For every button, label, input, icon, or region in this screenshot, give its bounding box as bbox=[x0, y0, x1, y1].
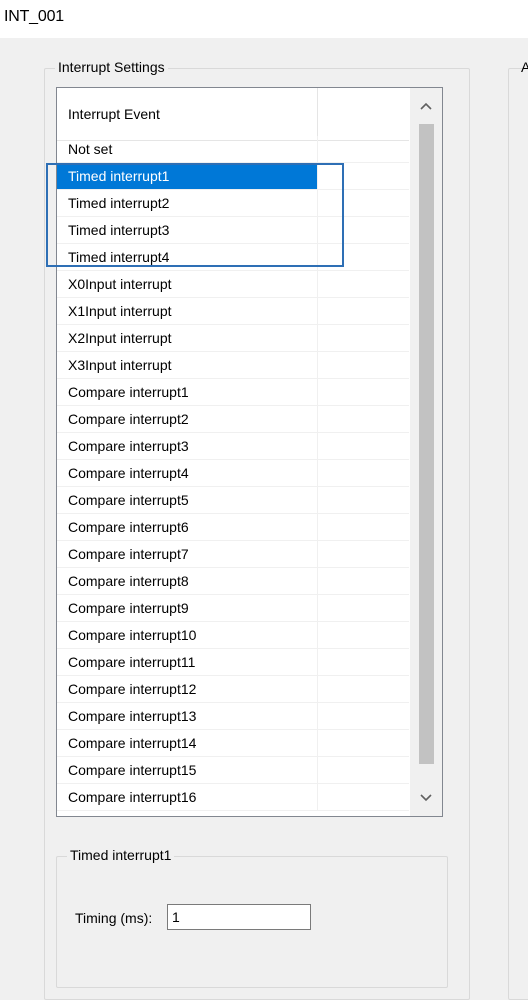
list-item-cell[interactable]: Compare interrupt5 bbox=[57, 487, 318, 513]
list-item[interactable]: Timed interrupt2 bbox=[57, 190, 409, 217]
list-item-label: Compare interrupt3 bbox=[68, 438, 189, 454]
list-item-cell[interactable]: Compare interrupt7 bbox=[57, 541, 318, 567]
right-group-legend: A bbox=[521, 59, 528, 75]
list-item-label: Compare interrupt15 bbox=[68, 762, 197, 778]
interrupt-event-list[interactable]: Interrupt Event Not set Timed interrupt1 T… bbox=[56, 87, 443, 817]
list-item-label: Compare interrupt9 bbox=[68, 600, 189, 616]
list-item-cell[interactable]: Compare interrupt14 bbox=[57, 730, 318, 756]
list-item-cell[interactable]: Compare interrupt11 bbox=[57, 649, 318, 675]
list-item-label: Timed interrupt2 bbox=[68, 195, 170, 211]
list-item-cell[interactable]: Compare interrupt3 bbox=[57, 433, 318, 459]
list-rows: Not set Timed interrupt1 Timed interrupt2 T… bbox=[57, 136, 409, 811]
list-item-cell[interactable]: Timed interrupt3 bbox=[57, 217, 318, 243]
timing-input[interactable] bbox=[167, 904, 311, 930]
list-item-cell[interactable]: Timed interrupt4 bbox=[57, 244, 318, 270]
list-item-label: X2Input interrupt bbox=[68, 330, 172, 346]
list-item[interactable]: X3Input interrupt bbox=[57, 352, 409, 379]
list-item-cell[interactable]: Compare interrupt4 bbox=[57, 460, 318, 486]
list-item[interactable]: Compare interrupt2 bbox=[57, 406, 409, 433]
list-item-cell[interactable]: X0Input interrupt bbox=[57, 271, 318, 297]
list-item-label: Compare interrupt14 bbox=[68, 735, 197, 751]
list-item-label: X3Input interrupt bbox=[68, 357, 172, 373]
list-item-cell[interactable]: X1Input interrupt bbox=[57, 298, 318, 324]
list-item[interactable]: Compare interrupt11 bbox=[57, 649, 409, 676]
list-item-cell[interactable]: Not set bbox=[57, 136, 318, 162]
list-item-label: Compare interrupt5 bbox=[68, 492, 189, 508]
title-bar: INT_001 bbox=[0, 0, 528, 38]
list-item-cell[interactable]: Compare interrupt10 bbox=[57, 622, 318, 648]
list-item-label: Timed interrupt3 bbox=[68, 222, 170, 238]
window-title: INT_001 bbox=[4, 8, 64, 25]
list-item-label: Timed interrupt4 bbox=[68, 249, 170, 265]
list-item[interactable]: Compare interrupt15 bbox=[57, 757, 409, 784]
list-item[interactable]: X2Input interrupt bbox=[57, 325, 409, 352]
list-item-label: Compare interrupt1 bbox=[68, 384, 189, 400]
list-item-cell[interactable]: Compare interrupt9 bbox=[57, 595, 318, 621]
list-item-cell[interactable]: Timed interrupt1 bbox=[57, 163, 318, 189]
timing-label: Timing (ms): bbox=[75, 910, 153, 926]
list-item-label: Compare interrupt12 bbox=[68, 681, 197, 697]
list-item[interactable]: Timed interrupt3 bbox=[57, 217, 409, 244]
list-item[interactable]: Timed interrupt4 bbox=[57, 244, 409, 271]
interrupt-settings-legend: Interrupt Settings bbox=[55, 59, 168, 75]
list-item[interactable]: Compare interrupt14 bbox=[57, 730, 409, 757]
list-item-label: X1Input interrupt bbox=[68, 303, 172, 319]
chevron-down-icon[interactable] bbox=[410, 780, 442, 816]
list-item-cell[interactable]: Compare interrupt1 bbox=[57, 379, 318, 405]
list-item-label: Compare interrupt11 bbox=[68, 654, 196, 670]
list-item-label: Compare interrupt10 bbox=[68, 627, 197, 643]
list-item-cell[interactable]: X3Input interrupt bbox=[57, 352, 318, 378]
list-item[interactable]: Compare interrupt10 bbox=[57, 622, 409, 649]
scrollbar-thumb[interactable] bbox=[419, 124, 434, 764]
list-item[interactable]: Compare interrupt3 bbox=[57, 433, 409, 460]
list-item[interactable]: Compare interrupt5 bbox=[57, 487, 409, 514]
list-item-label: Compare interrupt2 bbox=[68, 411, 189, 427]
list-item-label: Not set bbox=[68, 141, 113, 157]
list-item[interactable]: Compare interrupt9 bbox=[57, 595, 409, 622]
right-group bbox=[508, 68, 528, 1000]
vertical-scrollbar[interactable] bbox=[410, 88, 442, 816]
list-item-label: Compare interrupt8 bbox=[68, 573, 189, 589]
list-item[interactable]: Not set bbox=[57, 136, 409, 163]
list-item-cell[interactable]: X2Input interrupt bbox=[57, 325, 318, 351]
list-item[interactable]: X1Input interrupt bbox=[57, 298, 409, 325]
column-header-interrupt-event[interactable]: Interrupt Event bbox=[57, 88, 318, 140]
list-item-cell[interactable]: Compare interrupt6 bbox=[57, 514, 318, 540]
list-item[interactable]: Compare interrupt12 bbox=[57, 676, 409, 703]
list-item-cell[interactable]: Compare interrupt2 bbox=[57, 406, 318, 432]
list-item[interactable]: Compare interrupt13 bbox=[57, 703, 409, 730]
list-item[interactable]: Compare interrupt16 bbox=[57, 784, 409, 811]
list-item[interactable]: X0Input interrupt bbox=[57, 271, 409, 298]
chevron-up-icon[interactable] bbox=[410, 88, 442, 124]
list-item-label: Compare interrupt6 bbox=[68, 519, 189, 535]
list-item[interactable]: Compare interrupt1 bbox=[57, 379, 409, 406]
list-item[interactable]: Compare interrupt4 bbox=[57, 460, 409, 487]
list-item[interactable]: Compare interrupt8 bbox=[57, 568, 409, 595]
list-item-cell[interactable]: Timed interrupt2 bbox=[57, 190, 318, 216]
list-item-cell[interactable]: Compare interrupt8 bbox=[57, 568, 318, 594]
list-header: Interrupt Event bbox=[57, 88, 409, 141]
list-item-cell[interactable]: Compare interrupt12 bbox=[57, 676, 318, 702]
list-item-label: Timed interrupt1 bbox=[68, 168, 170, 184]
list-item-label: Compare interrupt13 bbox=[68, 708, 197, 724]
list-item-label: Compare interrupt16 bbox=[68, 789, 197, 805]
list-item[interactable]: Compare interrupt6 bbox=[57, 514, 409, 541]
timed-interrupt-legend: Timed interrupt1 bbox=[67, 847, 175, 863]
list-item-cell[interactable]: Compare interrupt13 bbox=[57, 703, 318, 729]
list-item-cell[interactable]: Compare interrupt15 bbox=[57, 757, 318, 783]
list-item-label: Compare interrupt7 bbox=[68, 546, 189, 562]
list-item[interactable]: Compare interrupt7 bbox=[57, 541, 409, 568]
list-item-label: X0Input interrupt bbox=[68, 276, 172, 292]
list-item-label: Compare interrupt4 bbox=[68, 465, 189, 481]
list-item[interactable]: Timed interrupt1 bbox=[57, 163, 409, 190]
column-header-label: Interrupt Event bbox=[68, 106, 160, 122]
list-item-cell[interactable]: Compare interrupt16 bbox=[57, 784, 318, 810]
